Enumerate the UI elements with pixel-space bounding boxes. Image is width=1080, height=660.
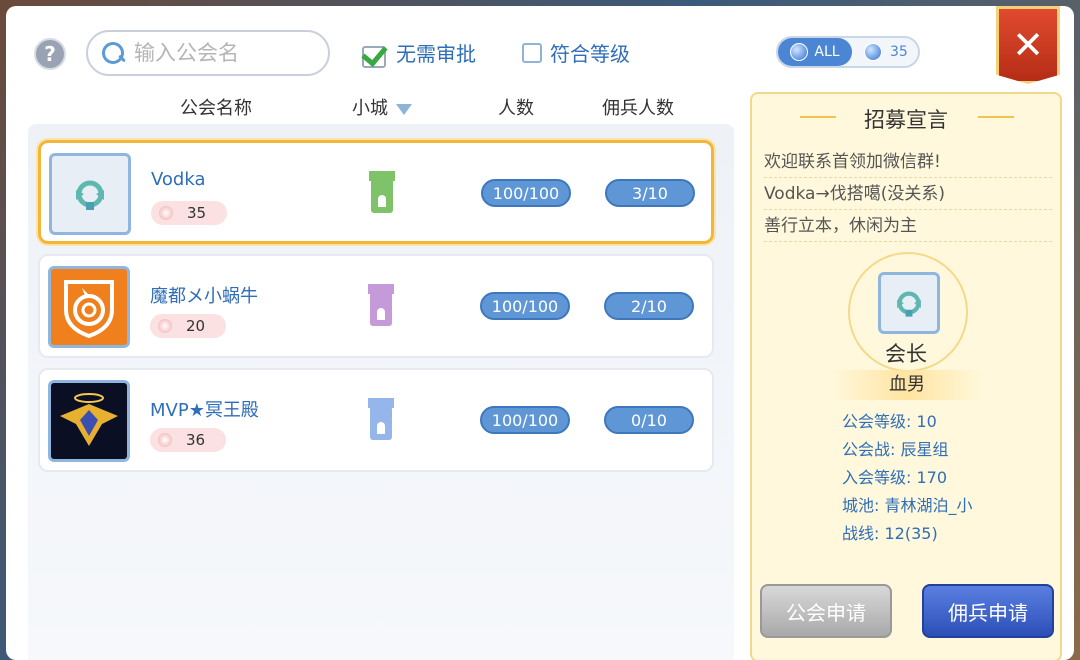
search-input[interactable] xyxy=(134,41,314,65)
guild-members: 100/100 xyxy=(480,406,570,434)
column-header-city-label: 小城 xyxy=(352,98,388,119)
rose-icon xyxy=(158,433,172,447)
guild-emblem xyxy=(48,266,130,348)
guild-list[interactable]: Vodka 35 100/100 3/10 魔都メ小蜗牛 20 100/100 … xyxy=(28,124,734,660)
rose-icon xyxy=(159,206,173,220)
mercenary-apply-button[interactable]: 佣兵申请 xyxy=(922,584,1054,638)
guild-emblem xyxy=(48,380,130,462)
guild-level: 36 xyxy=(186,431,206,449)
sort-down-icon[interactable] xyxy=(396,103,412,115)
globe-icon xyxy=(790,43,809,61)
manifesto-line: Vodka→伐搭噶(没关系) xyxy=(764,178,1052,210)
scope-server-option[interactable]: 35 xyxy=(864,43,908,61)
city-tower-icon xyxy=(366,398,396,444)
guild-info: 公会等级: 10 公会战: 辰星组 入会等级: 170 城池: 青林湖泊_小 战… xyxy=(842,408,972,548)
filter-match-level-label: 符合等级 xyxy=(550,42,630,66)
manifesto-line: 善行立本，休闲为主 xyxy=(764,210,1052,242)
city-tower-icon xyxy=(366,284,396,330)
guild-crest-icon xyxy=(64,280,114,339)
guild-crest-icon xyxy=(897,291,921,317)
search-box[interactable] xyxy=(86,30,330,76)
leader-emblem xyxy=(878,272,940,334)
scope-toggle[interactable]: ALL 35 xyxy=(776,36,920,68)
globe-icon xyxy=(864,43,882,61)
column-header-city[interactable]: 小城 xyxy=(352,94,412,120)
guild-mercenaries: 3/10 xyxy=(605,179,695,207)
leader-role: 会长 xyxy=(885,342,927,366)
recruit-manifesto[interactable]: 欢迎联系首领加微信群! Vodka→伐搭噶(没关系) 善行立本，休闲为主 xyxy=(764,146,1052,242)
guild-emblem xyxy=(49,153,131,235)
checkbox-unchecked-icon[interactable] xyxy=(522,42,542,63)
recruit-title: 招募宣言 xyxy=(864,108,948,132)
info-front: 战线: 12(35) xyxy=(842,524,938,543)
checkbox-checked-icon[interactable] xyxy=(358,40,388,68)
scope-server-label: 35 xyxy=(890,44,908,60)
guild-members: 100/100 xyxy=(480,292,570,320)
manifesto-line: 欢迎联系首领加微信群! xyxy=(764,146,1052,178)
guild-crest-icon xyxy=(76,180,104,210)
info-guild-war: 公会战: 辰星组 xyxy=(842,440,949,459)
guild-name: 魔都メ小蜗牛 xyxy=(150,286,258,307)
guild-name: MVP★冥王殿 xyxy=(150,400,259,421)
column-header-mercenaries: 佣兵人数 xyxy=(602,98,674,119)
guild-crest-icon xyxy=(60,393,118,446)
filter-no-approval-label: 无需审批 xyxy=(396,42,476,66)
guild-level: 20 xyxy=(186,317,206,335)
column-header-name: 公会名称 xyxy=(180,98,252,119)
guild-name: Vodka xyxy=(151,169,206,190)
guild-dialog: ? 无需审批 符合等级 ALL 35 ✕ 公会名称 小城 人数 佣兵人数 xyxy=(6,6,1074,660)
guild-row[interactable]: 魔都メ小蜗牛 20 100/100 2/10 xyxy=(38,254,714,358)
guild-members: 100/100 xyxy=(481,179,571,207)
guild-level-badge: 20 xyxy=(150,314,226,338)
guild-level: 35 xyxy=(187,204,207,222)
guild-row[interactable]: Vodka 35 100/100 3/10 xyxy=(38,140,714,244)
scope-all-label: ALL xyxy=(814,44,840,60)
column-header-members: 人数 xyxy=(498,98,534,119)
scope-all-option[interactable]: ALL xyxy=(778,38,852,66)
leader-name: 血男 xyxy=(832,370,982,400)
filter-match-level[interactable]: 符合等级 xyxy=(522,38,630,67)
help-icon[interactable]: ? xyxy=(34,38,66,70)
recruit-panel: 招募宣言 欢迎联系首领加微信群! Vodka→伐搭噶(没关系) 善行立本，休闲为… xyxy=(750,92,1062,660)
rose-icon xyxy=(158,319,172,333)
guild-mercenaries: 2/10 xyxy=(604,292,694,320)
city-tower-icon xyxy=(367,171,397,217)
search-icon xyxy=(100,40,126,66)
guild-level-badge: 35 xyxy=(151,201,227,225)
guild-level-badge: 36 xyxy=(150,428,226,452)
close-button[interactable]: ✕ xyxy=(996,6,1060,84)
guild-mercenaries: 0/10 xyxy=(604,406,694,434)
info-guild-level: 公会等级: 10 xyxy=(842,412,937,431)
info-city: 城池: 青林湖泊_小 xyxy=(842,496,973,515)
guild-apply-button[interactable]: 公会申请 xyxy=(760,584,892,638)
info-join-level: 入会等级: 170 xyxy=(842,468,948,487)
filter-no-approval[interactable]: 无需审批 xyxy=(358,38,476,68)
guild-row[interactable]: MVP★冥王殿 36 100/100 0/10 xyxy=(38,368,714,472)
